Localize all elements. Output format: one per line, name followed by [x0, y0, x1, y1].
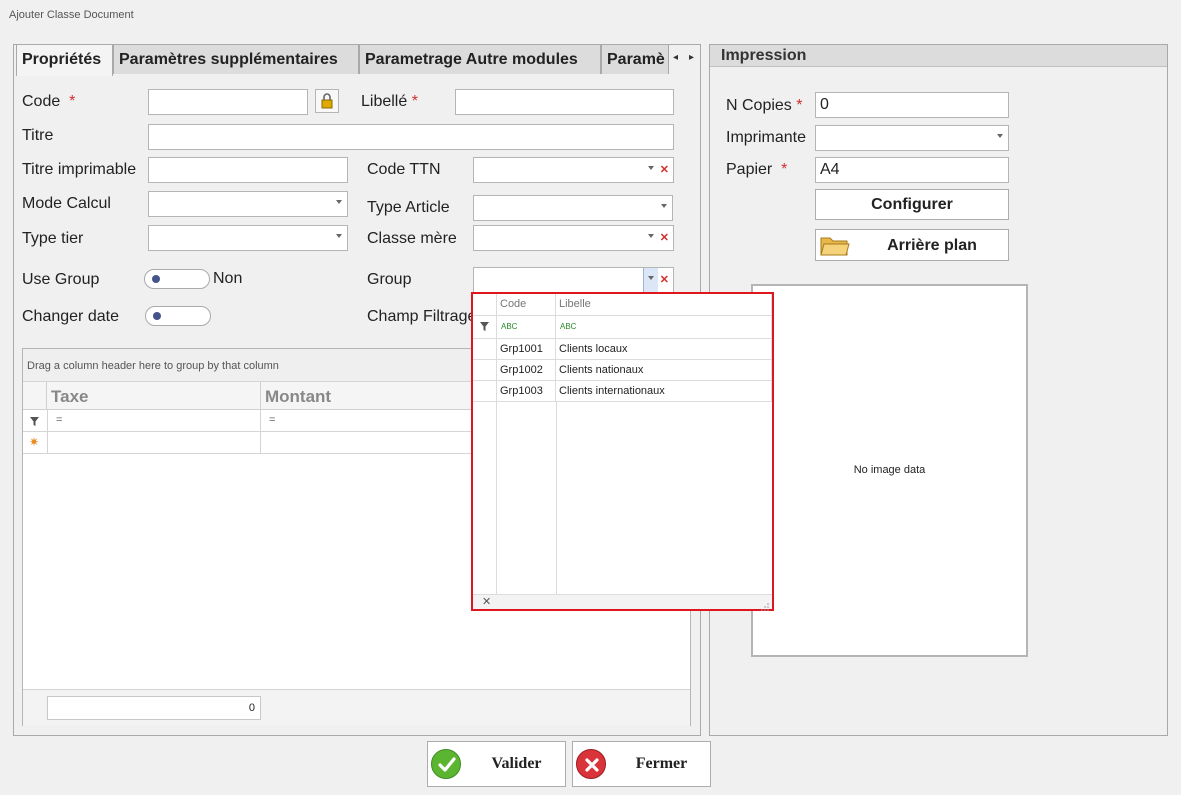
chevron-down-icon[interactable] [336, 234, 342, 238]
chevron-down-icon[interactable] [648, 276, 654, 280]
code-ttn-select[interactable]: ✕ [473, 157, 674, 183]
libelle-input[interactable] [455, 89, 674, 115]
window-title: Ajouter Classe Document [9, 9, 134, 21]
type-tier-select[interactable] [148, 225, 348, 251]
new-row-cell-taxe[interactable] [47, 432, 261, 454]
popup-indicator-column [473, 402, 497, 594]
fermer-button[interactable]: Fermer [572, 741, 711, 787]
arriere-plan-button[interactable]: Arrière plan [815, 229, 1009, 261]
n-copies-input[interactable]: 0 [815, 92, 1009, 118]
clear-icon[interactable]: ✕ [660, 231, 669, 244]
code-label: Code * [22, 93, 76, 110]
tab-strip: Propriétés Paramètres supplémentaires Pa… [13, 44, 701, 76]
popup-row-indicator [473, 381, 497, 402]
papier-input[interactable]: A4 [815, 157, 1009, 183]
resize-grip-icon[interactable] [760, 598, 769, 611]
titre-label: Titre [22, 127, 54, 144]
valider-button[interactable]: Valider [427, 741, 566, 787]
code-ttn-label: Code TTN [367, 161, 441, 178]
popup-footer: ✕ [473, 594, 772, 611]
champ-filtrage-label: Champ Filtrage [367, 308, 477, 325]
papier-label: Papier * [726, 161, 788, 178]
popup-row-libelle[interactable]: Clients nationaux [556, 360, 772, 381]
clear-icon[interactable]: ✕ [660, 163, 669, 176]
changer-date-toggle[interactable] [145, 306, 211, 326]
tab-parametrage-autre-modules[interactable]: Parametrage Autre modules [359, 44, 601, 74]
popup-row-indicator [473, 360, 497, 381]
cancel-icon [576, 749, 606, 779]
imprimante-select[interactable] [815, 125, 1009, 151]
no-image-text: No image data [853, 464, 926, 476]
type-article-label: Type Article [367, 199, 450, 216]
footer-total: 0 [47, 696, 261, 720]
popup-filter-libelle[interactable]: ABC [556, 316, 772, 339]
tab-proprietes[interactable]: Propriétés [16, 44, 113, 76]
chevron-down-icon[interactable] [661, 204, 667, 208]
imprimante-label: Imprimante [726, 129, 807, 146]
row-indicator-header [23, 382, 47, 410]
background-image-box[interactable]: No image data [751, 284, 1028, 657]
check-icon [431, 749, 461, 779]
code-input[interactable] [148, 89, 308, 115]
popup-column-header-libelle[interactable]: Libelle [556, 294, 772, 316]
chevron-down-icon[interactable] [648, 234, 654, 238]
tab-parametres-supplementaires[interactable]: Paramètres supplémentaires [113, 44, 359, 74]
popup-row-indicator [473, 339, 497, 360]
column-header-taxe[interactable]: Taxe [47, 382, 261, 410]
popup-row-code[interactable]: Grp1001 [497, 339, 556, 360]
filter-cell-taxe[interactable]: = [47, 410, 261, 432]
use-group-toggle[interactable] [144, 269, 210, 289]
mode-calcul-label: Mode Calcul [22, 195, 111, 212]
valider-label: Valider [491, 755, 542, 772]
clear-icon[interactable]: ✕ [660, 273, 669, 286]
toggle-knob [153, 312, 161, 320]
classe-mere-label: Classe mère [367, 230, 457, 247]
tab-scroll-right-icon[interactable]: ▸ [689, 52, 694, 63]
mode-calcul-select[interactable] [148, 191, 348, 217]
arriere-plan-label: Arrière plan [887, 237, 977, 254]
popup-filter-icon[interactable] [473, 316, 497, 339]
titre-input[interactable] [148, 124, 674, 150]
chevron-down-icon[interactable] [648, 166, 654, 170]
use-group-value: Non [213, 270, 243, 287]
titre-imprimable-label: Titre imprimable [22, 161, 137, 178]
fermer-label: Fermer [635, 755, 688, 772]
new-row-icon: ✷ [29, 435, 40, 449]
popup-row-libelle[interactable]: Clients locaux [556, 339, 772, 360]
lock-icon [321, 93, 333, 109]
popup-indicator-header [473, 294, 497, 316]
classe-mere-select[interactable]: ✕ [473, 225, 674, 251]
popup-filter-code[interactable]: ABC [497, 316, 556, 339]
group-dropdown-button[interactable] [643, 268, 658, 292]
grid-footer: 0 [23, 689, 690, 726]
popup-row-libelle[interactable]: Clients internationaux [556, 381, 772, 402]
chevron-down-icon[interactable] [336, 200, 342, 204]
popup-row-code[interactable]: Grp1002 [497, 360, 556, 381]
popup-column-header-code[interactable]: Code [497, 294, 556, 316]
n-copies-label: N Copies * [726, 97, 803, 114]
chevron-down-icon[interactable] [997, 134, 1003, 138]
type-article-select[interactable] [473, 195, 673, 221]
folder-icon [820, 234, 850, 263]
libelle-label: Libellé * [361, 93, 418, 110]
lock-button[interactable] [315, 89, 339, 113]
popup-close-icon[interactable]: ✕ [482, 595, 491, 608]
changer-date-label: Changer date [22, 308, 119, 325]
group-dropdown-popup: Code Libelle ABC ABC Grp1001 Clients loc… [471, 292, 774, 611]
titre-imprimable-input[interactable] [148, 157, 348, 183]
popup-row-code[interactable]: Grp1003 [497, 381, 556, 402]
toggle-knob [152, 275, 160, 283]
configurer-button[interactable]: Configurer [815, 189, 1009, 220]
tab-scroll-left-icon[interactable]: ◂ [673, 52, 678, 63]
type-tier-label: Type tier [22, 230, 84, 247]
use-group-label: Use Group [22, 271, 100, 288]
group-label: Group [367, 271, 412, 288]
group-select[interactable]: ✕ [473, 267, 674, 293]
filter-icon[interactable] [29, 414, 40, 432]
popup-column-divider [556, 402, 557, 594]
tab-parametres-truncated[interactable]: Paramè [601, 44, 669, 74]
impression-header: Impression [710, 45, 1167, 67]
